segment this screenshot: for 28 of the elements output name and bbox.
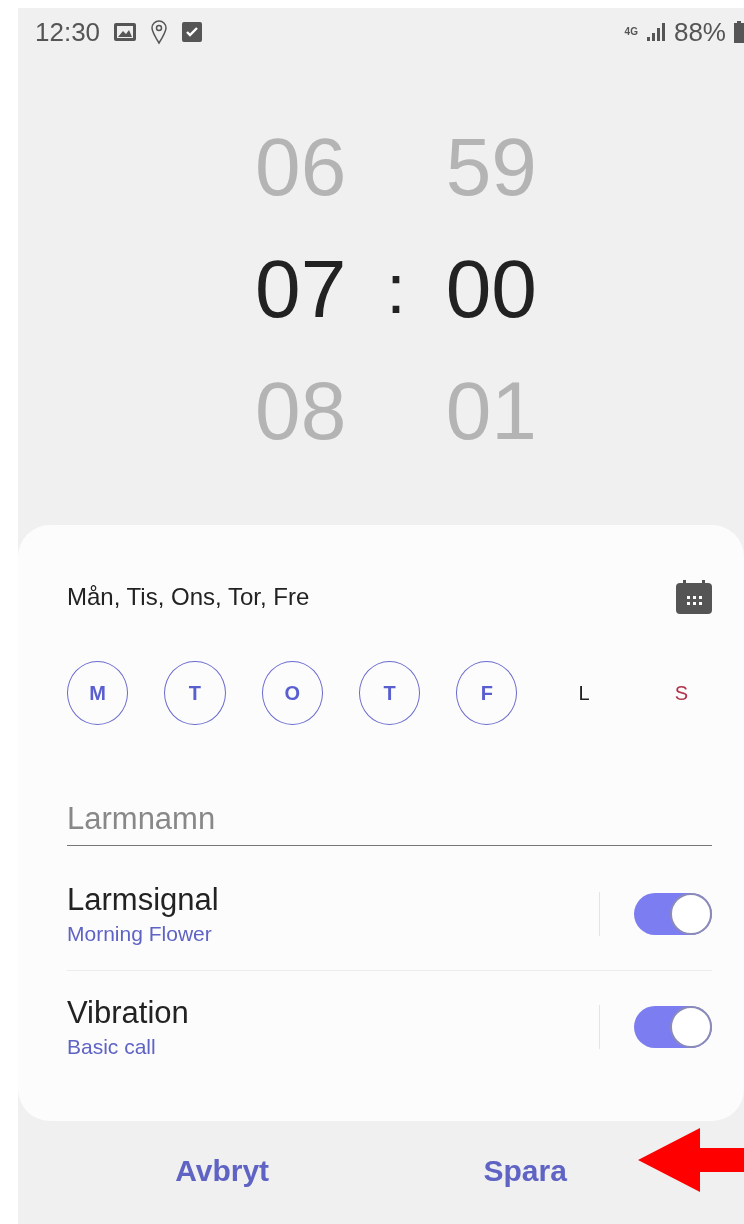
time-separator: :: [386, 249, 406, 330]
day-toggle[interactable]: T: [358, 661, 421, 725]
setting-value[interactable]: Basic call: [67, 1035, 599, 1059]
day-toggle[interactable]: L: [553, 661, 615, 725]
day-toggle[interactable]: S: [650, 661, 712, 725]
battery-icon: [734, 21, 744, 43]
toggle-switch[interactable]: [634, 1006, 712, 1048]
battery-percent: 88%: [673, 16, 726, 48]
image-icon: [114, 23, 137, 41]
alarm-name-field[interactable]: Larmnamn: [67, 795, 712, 846]
day-toggle[interactable]: O: [261, 661, 323, 725]
toggle-switch[interactable]: [634, 893, 712, 935]
day-toggle[interactable]: F: [456, 661, 518, 725]
signal-icon: [645, 23, 666, 41]
calendar-icon[interactable]: [676, 580, 712, 614]
setting-value[interactable]: Morning Flower: [67, 922, 599, 946]
selected-value[interactable]: 00: [445, 228, 537, 350]
selected-value[interactable]: 07: [255, 228, 347, 350]
location-pin-icon: [150, 19, 169, 45]
cancel-button[interactable]: Avbryt: [159, 1146, 286, 1196]
setting-label: Vibration: [67, 995, 190, 1031]
clock-time: 12:30: [35, 16, 101, 48]
save-button[interactable]: Spara: [467, 1146, 583, 1196]
setting-label: Larmsignal: [67, 882, 220, 918]
network-type: 4G: [624, 27, 638, 37]
checkbox-icon: [182, 22, 203, 42]
day-toggle[interactable]: M: [67, 661, 129, 725]
repeat-days-summary: Mån, Tis, Ons, Tor, Fre: [67, 583, 310, 611]
